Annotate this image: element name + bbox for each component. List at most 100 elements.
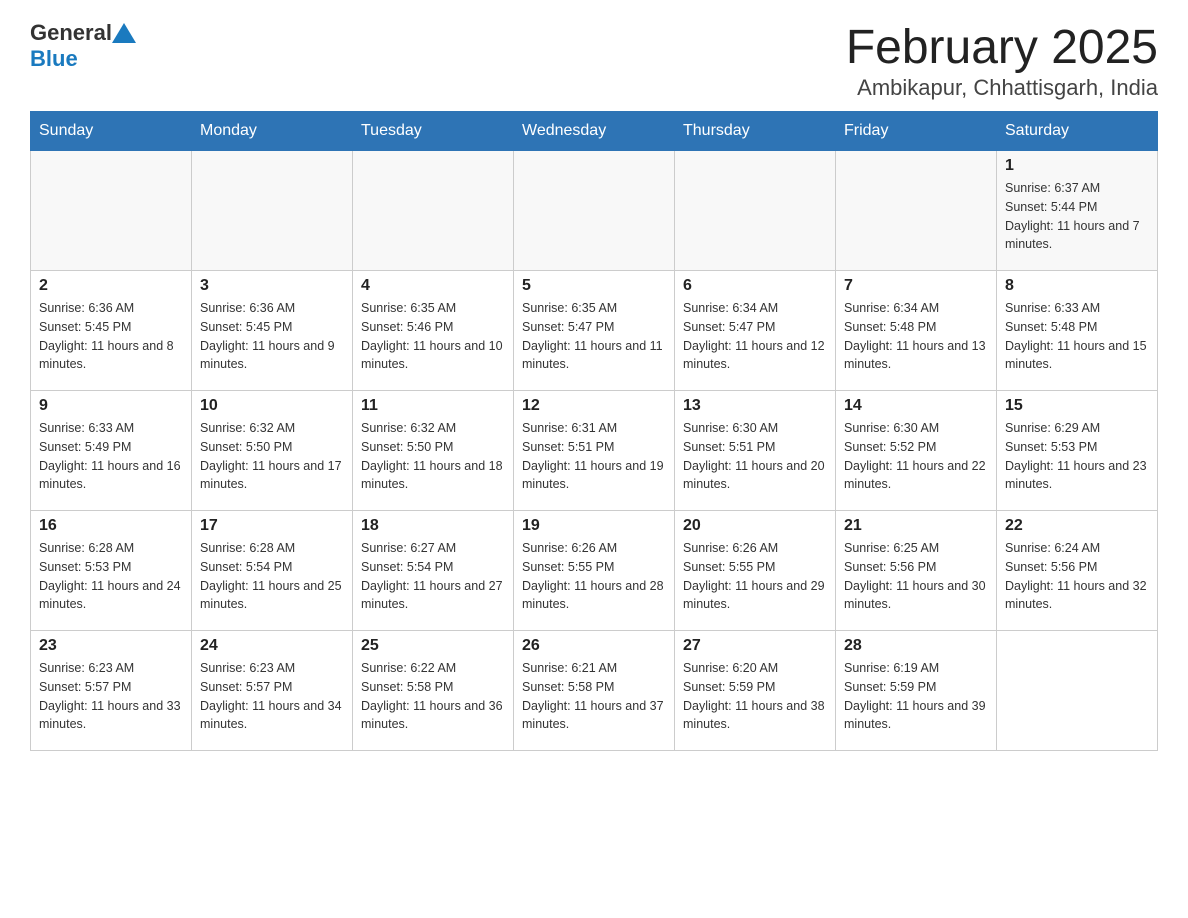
day-info: Sunrise: 6:36 AM Sunset: 5:45 PM Dayligh…	[39, 299, 183, 374]
table-row: 27 Sunrise: 6:20 AM Sunset: 5:59 PM Dayli…	[675, 631, 836, 751]
month-title: February 2025	[846, 20, 1158, 75]
logo: General Blue	[30, 20, 138, 72]
day-info: Sunrise: 6:22 AM Sunset: 5:58 PM Dayligh…	[361, 659, 505, 734]
table-row: 23Sunrise: 6:23 AM Sunset: 5:57 PM Dayli…	[31, 631, 192, 751]
calendar-table: Sunday Monday Tuesday Wednesday Thursday…	[30, 111, 1158, 751]
day-info: Sunrise: 6:32 AM Sunset: 5:50 PM Dayligh…	[200, 419, 344, 494]
day-number: 7	[844, 277, 988, 295]
day-number: 12	[522, 397, 666, 415]
day-info: Sunrise: 6:21 AM Sunset: 5:58 PM Dayligh…	[522, 659, 666, 734]
header-thursday: Thursday	[675, 112, 836, 151]
table-row: 1 Sunrise: 6:37 AM Sunset: 5:44 PM Daylig…	[997, 151, 1158, 271]
table-row: 7 Sunrise: 6:34 AM Sunset: 5:48 PM Daylig…	[836, 271, 997, 391]
table-row	[836, 151, 997, 271]
logo-blue-part	[112, 23, 138, 43]
calendar-row-2: 9 Sunrise: 6:33 AM Sunset: 5:49 PM Daylig…	[31, 391, 1158, 511]
day-info: Sunrise: 6:35 AM Sunset: 5:47 PM Dayligh…	[522, 299, 666, 374]
table-row: 28 Sunrise: 6:19 AM Sunset: 5:59 PM Dayli…	[836, 631, 997, 751]
table-row: 13 Sunrise: 6:30 AM Sunset: 5:51 PM Dayli…	[675, 391, 836, 511]
day-info: Sunrise: 6:30 AM Sunset: 5:52 PM Dayligh…	[844, 419, 988, 494]
table-row: 20 Sunrise: 6:26 AM Sunset: 5:55 PM Dayli…	[675, 511, 836, 631]
table-row: 11 Sunrise: 6:32 AM Sunset: 5:50 PM Dayli…	[353, 391, 514, 511]
day-number: 6	[683, 277, 827, 295]
logo-general-text: General	[30, 20, 112, 46]
day-info: Sunrise: 6:33 AM Sunset: 5:48 PM Dayligh…	[1005, 299, 1149, 374]
header-saturday: Saturday	[997, 112, 1158, 151]
table-row: 19 Sunrise: 6:26 AM Sunset: 5:55 PM Dayli…	[514, 511, 675, 631]
day-number: 19	[522, 517, 666, 535]
table-row	[31, 151, 192, 271]
day-info: Sunrise: 6:26 AM Sunset: 5:55 PM Dayligh…	[522, 539, 666, 614]
day-number: 1	[1005, 157, 1149, 175]
day-number: 10	[200, 397, 344, 415]
table-row: 4 Sunrise: 6:35 AM Sunset: 5:46 PM Daylig…	[353, 271, 514, 391]
day-number: 13	[683, 397, 827, 415]
day-number: 9	[39, 397, 183, 415]
header-wednesday: Wednesday	[514, 112, 675, 151]
day-info: Sunrise: 6:37 AM Sunset: 5:44 PM Dayligh…	[1005, 179, 1149, 254]
weekday-header-row: Sunday Monday Tuesday Wednesday Thursday…	[31, 112, 1158, 151]
table-row: 26 Sunrise: 6:21 AM Sunset: 5:58 PM Dayli…	[514, 631, 675, 751]
day-info: Sunrise: 6:32 AM Sunset: 5:50 PM Dayligh…	[361, 419, 505, 494]
day-number: 14	[844, 397, 988, 415]
day-number: 28	[844, 637, 988, 655]
day-number: 8	[1005, 277, 1149, 295]
table-row	[997, 631, 1158, 751]
header-tuesday: Tuesday	[353, 112, 514, 151]
day-number: 25	[361, 637, 505, 655]
calendar-row-4: 23Sunrise: 6:23 AM Sunset: 5:57 PM Dayli…	[31, 631, 1158, 751]
table-row: 2 Sunrise: 6:36 AM Sunset: 5:45 PM Daylig…	[31, 271, 192, 391]
day-info: Sunrise: 6:24 AM Sunset: 5:56 PM Dayligh…	[1005, 539, 1149, 614]
table-row: 21Sunrise: 6:25 AM Sunset: 5:56 PM Dayli…	[836, 511, 997, 631]
table-row: 24 Sunrise: 6:23 AM Sunset: 5:57 PM Dayli…	[192, 631, 353, 751]
day-info: Sunrise: 6:25 AM Sunset: 5:56 PM Dayligh…	[844, 539, 988, 614]
day-number: 17	[200, 517, 344, 535]
day-info: Sunrise: 6:27 AM Sunset: 5:54 PM Dayligh…	[361, 539, 505, 614]
day-info: Sunrise: 6:28 AM Sunset: 5:53 PM Dayligh…	[39, 539, 183, 614]
day-number: 4	[361, 277, 505, 295]
day-info: Sunrise: 6:20 AM Sunset: 5:59 PM Dayligh…	[683, 659, 827, 734]
day-info: Sunrise: 6:34 AM Sunset: 5:47 PM Dayligh…	[683, 299, 827, 374]
day-number: 22	[1005, 517, 1149, 535]
day-number: 16	[39, 517, 183, 535]
table-row: 6 Sunrise: 6:34 AM Sunset: 5:47 PM Daylig…	[675, 271, 836, 391]
table-row	[675, 151, 836, 271]
day-info: Sunrise: 6:34 AM Sunset: 5:48 PM Dayligh…	[844, 299, 988, 374]
table-row	[514, 151, 675, 271]
day-info: Sunrise: 6:19 AM Sunset: 5:59 PM Dayligh…	[844, 659, 988, 734]
day-number: 24	[200, 637, 344, 655]
day-info: Sunrise: 6:26 AM Sunset: 5:55 PM Dayligh…	[683, 539, 827, 614]
table-row: 9 Sunrise: 6:33 AM Sunset: 5:49 PM Daylig…	[31, 391, 192, 511]
header-monday: Monday	[192, 112, 353, 151]
table-row: 10 Sunrise: 6:32 AM Sunset: 5:50 PM Dayli…	[192, 391, 353, 511]
day-info: Sunrise: 6:35 AM Sunset: 5:46 PM Dayligh…	[361, 299, 505, 374]
logo-triangle-icon	[112, 23, 136, 43]
day-number: 3	[200, 277, 344, 295]
day-number: 2	[39, 277, 183, 295]
table-row	[192, 151, 353, 271]
day-number: 18	[361, 517, 505, 535]
day-number: 11	[361, 397, 505, 415]
header-sunday: Sunday	[31, 112, 192, 151]
logo-blue-text: Blue	[30, 46, 78, 72]
day-info: Sunrise: 6:36 AM Sunset: 5:45 PM Dayligh…	[200, 299, 344, 374]
table-row: 5 Sunrise: 6:35 AM Sunset: 5:47 PM Daylig…	[514, 271, 675, 391]
day-info: Sunrise: 6:31 AM Sunset: 5:51 PM Dayligh…	[522, 419, 666, 494]
table-row: 15Sunrise: 6:29 AM Sunset: 5:53 PM Dayli…	[997, 391, 1158, 511]
day-number: 27	[683, 637, 827, 655]
table-row: 25 Sunrise: 6:22 AM Sunset: 5:58 PM Dayli…	[353, 631, 514, 751]
day-info: Sunrise: 6:23 AM Sunset: 5:57 PM Dayligh…	[200, 659, 344, 734]
day-info: Sunrise: 6:30 AM Sunset: 5:51 PM Dayligh…	[683, 419, 827, 494]
title-section: February 2025 Ambikapur, Chhattisgarh, I…	[846, 20, 1158, 101]
day-number: 26	[522, 637, 666, 655]
day-number: 20	[683, 517, 827, 535]
page-header: General Blue February 2025 Ambikapur, Ch…	[30, 20, 1158, 101]
day-info: Sunrise: 6:33 AM Sunset: 5:49 PM Dayligh…	[39, 419, 183, 494]
day-number: 5	[522, 277, 666, 295]
table-row: 3 Sunrise: 6:36 AM Sunset: 5:45 PM Daylig…	[192, 271, 353, 391]
calendar-row-0: 1 Sunrise: 6:37 AM Sunset: 5:44 PM Daylig…	[31, 151, 1158, 271]
location-title: Ambikapur, Chhattisgarh, India	[846, 75, 1158, 101]
calendar-row-3: 16 Sunrise: 6:28 AM Sunset: 5:53 PM Dayli…	[31, 511, 1158, 631]
table-row: 18 Sunrise: 6:27 AM Sunset: 5:54 PM Dayli…	[353, 511, 514, 631]
day-number: 15	[1005, 397, 1149, 415]
